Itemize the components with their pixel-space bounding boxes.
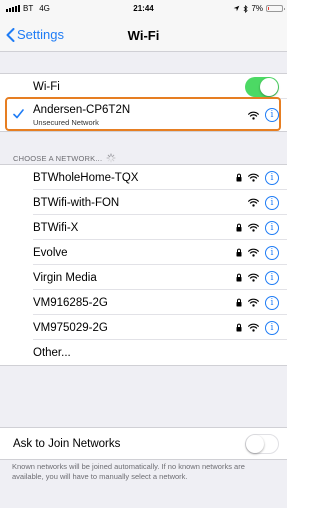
footer-note: Known networks will be joined automatica…	[12, 462, 245, 481]
lock-icon	[236, 273, 242, 282]
network-row[interactable]: Virgin Media i	[0, 265, 287, 290]
network-name: BTWholeHome-TQX	[33, 171, 139, 184]
lock-icon	[236, 248, 242, 257]
network-icons: i	[236, 220, 279, 235]
network-name: Evolve	[33, 246, 68, 259]
ask-to-join-label: Ask to Join Networks	[13, 437, 121, 450]
checkmark-icon	[13, 109, 24, 119]
info-button[interactable]: i	[265, 320, 279, 335]
lock-icon	[236, 223, 242, 232]
other-network-label: Other...	[33, 346, 71, 359]
network-row[interactable]: BTWholeHome-TQX i	[0, 165, 287, 190]
network-row[interactable]: Evolve i	[0, 240, 287, 265]
battery-percent: 7%	[251, 4, 263, 13]
phone-screen: BT 4G 21:44 7% Settings Wi-Fi Wi-Fi Ande…	[0, 0, 287, 508]
network-name: BTWifi-with-FON	[33, 196, 120, 209]
network-name: VM975029-2G	[33, 321, 108, 334]
network-name: VM916285-2G	[33, 296, 108, 309]
loading-spinner-icon	[106, 153, 116, 163]
network-row[interactable]: VM916285-2G i	[0, 290, 287, 315]
wifi-group: Wi-Fi Andersen-CP6T2N Unsecured Network …	[0, 73, 287, 132]
wifi-signal-icon	[248, 198, 259, 207]
info-button[interactable]: i	[265, 295, 279, 310]
toggle-knob	[246, 434, 264, 453]
connected-network-name: Andersen-CP6T2N	[33, 104, 131, 116]
wifi-toggle-switch[interactable]	[245, 76, 279, 97]
connected-network-status: Unsecured Network	[33, 118, 99, 127]
lock-icon	[236, 323, 242, 332]
wifi-signal-icon	[248, 323, 259, 332]
location-arrow-icon	[234, 5, 240, 12]
navigation-bar: Settings Wi-Fi	[0, 20, 287, 52]
info-button[interactable]: i	[265, 108, 279, 122]
wifi-signal-icon	[248, 273, 259, 282]
ask-to-join-row: Ask to Join Networks	[0, 428, 287, 459]
status-right: 7%	[233, 4, 285, 13]
wifi-signal-icon	[248, 111, 259, 120]
lock-icon	[236, 173, 242, 182]
wifi-signal-icon	[248, 223, 259, 232]
network-icons: i	[236, 170, 279, 185]
info-button[interactable]: i	[265, 170, 279, 185]
network-icons: i	[236, 320, 279, 335]
network-icons: i	[236, 295, 279, 310]
info-button[interactable]: i	[265, 245, 279, 260]
network-icons: i	[236, 270, 279, 285]
network-icons: i	[236, 245, 279, 260]
wifi-signal-icon	[248, 173, 259, 182]
network-row[interactable]: BTWifi-X i	[0, 215, 287, 240]
section-header: CHOOSE A NETWORK...	[13, 153, 116, 163]
ask-to-join-group: Ask to Join Networks	[0, 427, 287, 460]
network-icons: i	[248, 195, 279, 210]
wifi-signal-icon	[248, 298, 259, 307]
wifi-signal-icon	[248, 248, 259, 257]
wifi-toggle-label: Wi-Fi	[33, 80, 60, 93]
section-header-label: CHOOSE A NETWORK...	[13, 153, 103, 163]
info-button[interactable]: i	[265, 220, 279, 235]
battery-icon	[266, 5, 285, 12]
network-row[interactable]: BTWifi-with-FON i	[0, 190, 287, 215]
other-network-row[interactable]: Other...	[0, 340, 287, 365]
network-list: BTWholeHome-TQX i BTWifi-with-FON i BTWifi-X…	[0, 164, 287, 366]
bluetooth-icon	[244, 4, 249, 13]
status-bar: BT 4G 21:44 7%	[0, 0, 287, 20]
network-icons: i	[248, 108, 279, 122]
page-title: Wi-Fi	[127, 28, 160, 43]
lock-icon	[236, 298, 242, 307]
info-button[interactable]: i	[265, 195, 279, 210]
toggle-knob	[260, 77, 278, 96]
connected-network-row[interactable]: Andersen-CP6T2N Unsecured Network i	[0, 99, 287, 131]
wifi-toggle-row: Wi-Fi	[0, 74, 287, 99]
info-button[interactable]: i	[265, 270, 279, 285]
battery-level	[268, 7, 269, 10]
network-row[interactable]: VM975029-2G i	[0, 315, 287, 340]
ask-to-join-switch[interactable]	[245, 433, 279, 454]
network-name: BTWifi-X	[33, 221, 79, 234]
network-name: Virgin Media	[33, 271, 97, 284]
